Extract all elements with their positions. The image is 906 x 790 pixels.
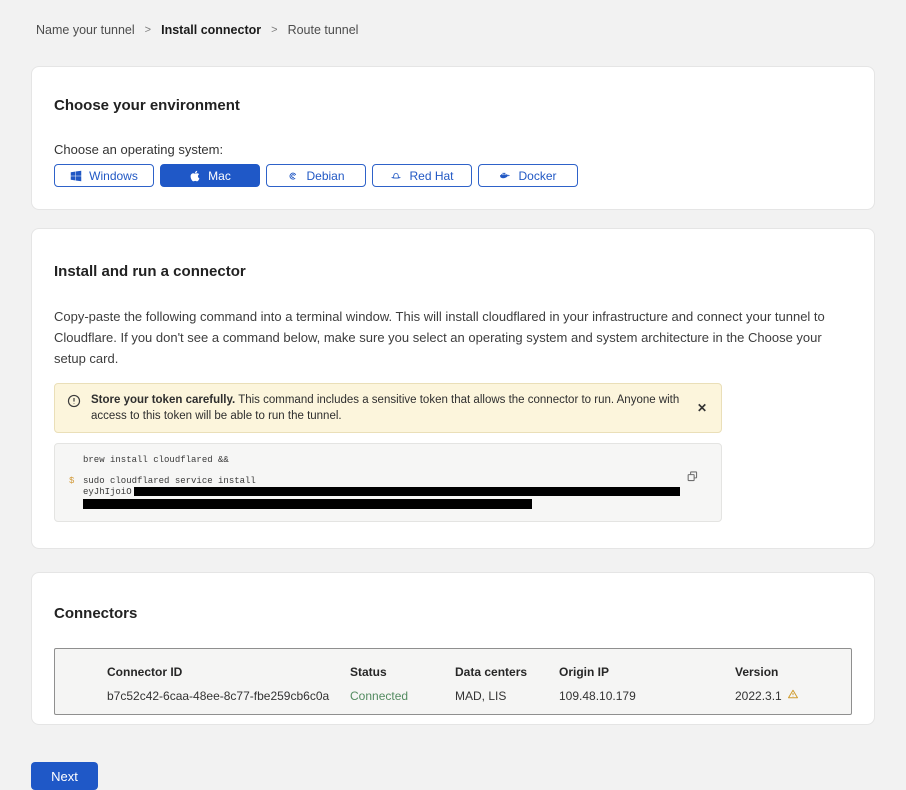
status-badge: Connected — [350, 689, 455, 703]
code-line-sudo: $ sudo cloudflared service install — [69, 476, 707, 487]
install-card-title: Install and run a connector — [54, 263, 852, 280]
token-warning-text: Store your token carefully. This command… — [91, 392, 685, 424]
info-circle-icon — [67, 394, 81, 413]
os-button-label: Mac — [208, 169, 231, 183]
warning-triangle-icon — [787, 688, 799, 703]
token-warning-banner: Store your token carefully. This command… — [54, 383, 722, 433]
os-button-group: Windows Mac Debian Red Hat Docker — [54, 164, 852, 187]
install-connector-card: Install and run a connector Copy-paste t… — [31, 228, 875, 549]
os-button-mac[interactable]: Mac — [160, 164, 260, 187]
data-centers-value: MAD, LIS — [455, 689, 559, 703]
col-connector-id: Connector ID — [107, 665, 350, 679]
shell-prompt: $ — [69, 476, 83, 487]
col-version: Version — [735, 665, 851, 679]
connector-id-value: b7c52c42-6caa-48ee-8c77-fbe259cb6c0a — [107, 689, 350, 703]
breadcrumb-separator: > — [145, 24, 151, 36]
apple-icon — [189, 170, 201, 182]
code-line-brew: brew install cloudflared && — [69, 455, 707, 466]
col-origin-ip: Origin IP — [559, 665, 735, 679]
copy-icon[interactable] — [686, 470, 699, 486]
connectors-table: Connector ID Status Data centers Origin … — [54, 648, 852, 715]
install-command-codeblock[interactable]: brew install cloudflared && $ sudo cloud… — [54, 443, 722, 522]
version-value: 2022.3.1 — [735, 688, 851, 703]
connectors-table-header: Connector ID Status Data centers Origin … — [107, 665, 851, 679]
redacted-token-bar — [134, 487, 680, 496]
col-status: Status — [350, 665, 455, 679]
os-button-label: Docker — [518, 169, 556, 183]
code-line-token: eyJhIjoiO — [69, 487, 707, 498]
breadcrumb: Name your tunnel > Install connector > R… — [0, 0, 906, 37]
next-button[interactable]: Next — [31, 762, 98, 790]
redhat-icon — [390, 170, 402, 182]
token-warning-bold: Store your token carefully. — [91, 394, 235, 406]
code-line-token-2 — [69, 498, 707, 509]
docker-icon — [499, 170, 511, 182]
breadcrumb-separator: > — [271, 24, 277, 36]
table-row: b7c52c42-6caa-48ee-8c77-fbe259cb6c0a Con… — [107, 688, 851, 703]
redacted-token-bar — [83, 499, 532, 509]
os-button-label: Red Hat — [409, 169, 453, 183]
os-button-debian[interactable]: Debian — [266, 164, 366, 187]
os-button-windows[interactable]: Windows — [54, 164, 154, 187]
os-button-label: Windows — [89, 169, 138, 183]
connectors-card-title: Connectors — [54, 605, 852, 622]
os-button-label: Debian — [306, 169, 344, 183]
origin-ip-value: 109.48.10.179 — [559, 689, 735, 703]
os-button-redhat[interactable]: Red Hat — [372, 164, 472, 187]
breadcrumb-step-name-tunnel[interactable]: Name your tunnel — [36, 23, 135, 37]
debian-icon — [287, 170, 299, 182]
install-description: Copy-paste the following command into a … — [54, 306, 852, 369]
environment-card-title: Choose your environment — [54, 97, 852, 114]
os-select-label: Choose an operating system: — [54, 142, 852, 157]
connectors-card: Connectors Connector ID Status Data cent… — [31, 572, 875, 725]
breadcrumb-step-route-tunnel[interactable]: Route tunnel — [288, 23, 359, 37]
col-data-centers: Data centers — [455, 665, 559, 679]
close-icon[interactable]: ✕ — [695, 400, 709, 416]
os-button-docker[interactable]: Docker — [478, 164, 578, 187]
windows-icon — [70, 170, 82, 182]
environment-card: Choose your environment Choose an operat… — [31, 66, 875, 210]
breadcrumb-step-install-connector[interactable]: Install connector — [161, 23, 261, 37]
token-prefix: eyJhIjoiO — [83, 487, 132, 497]
